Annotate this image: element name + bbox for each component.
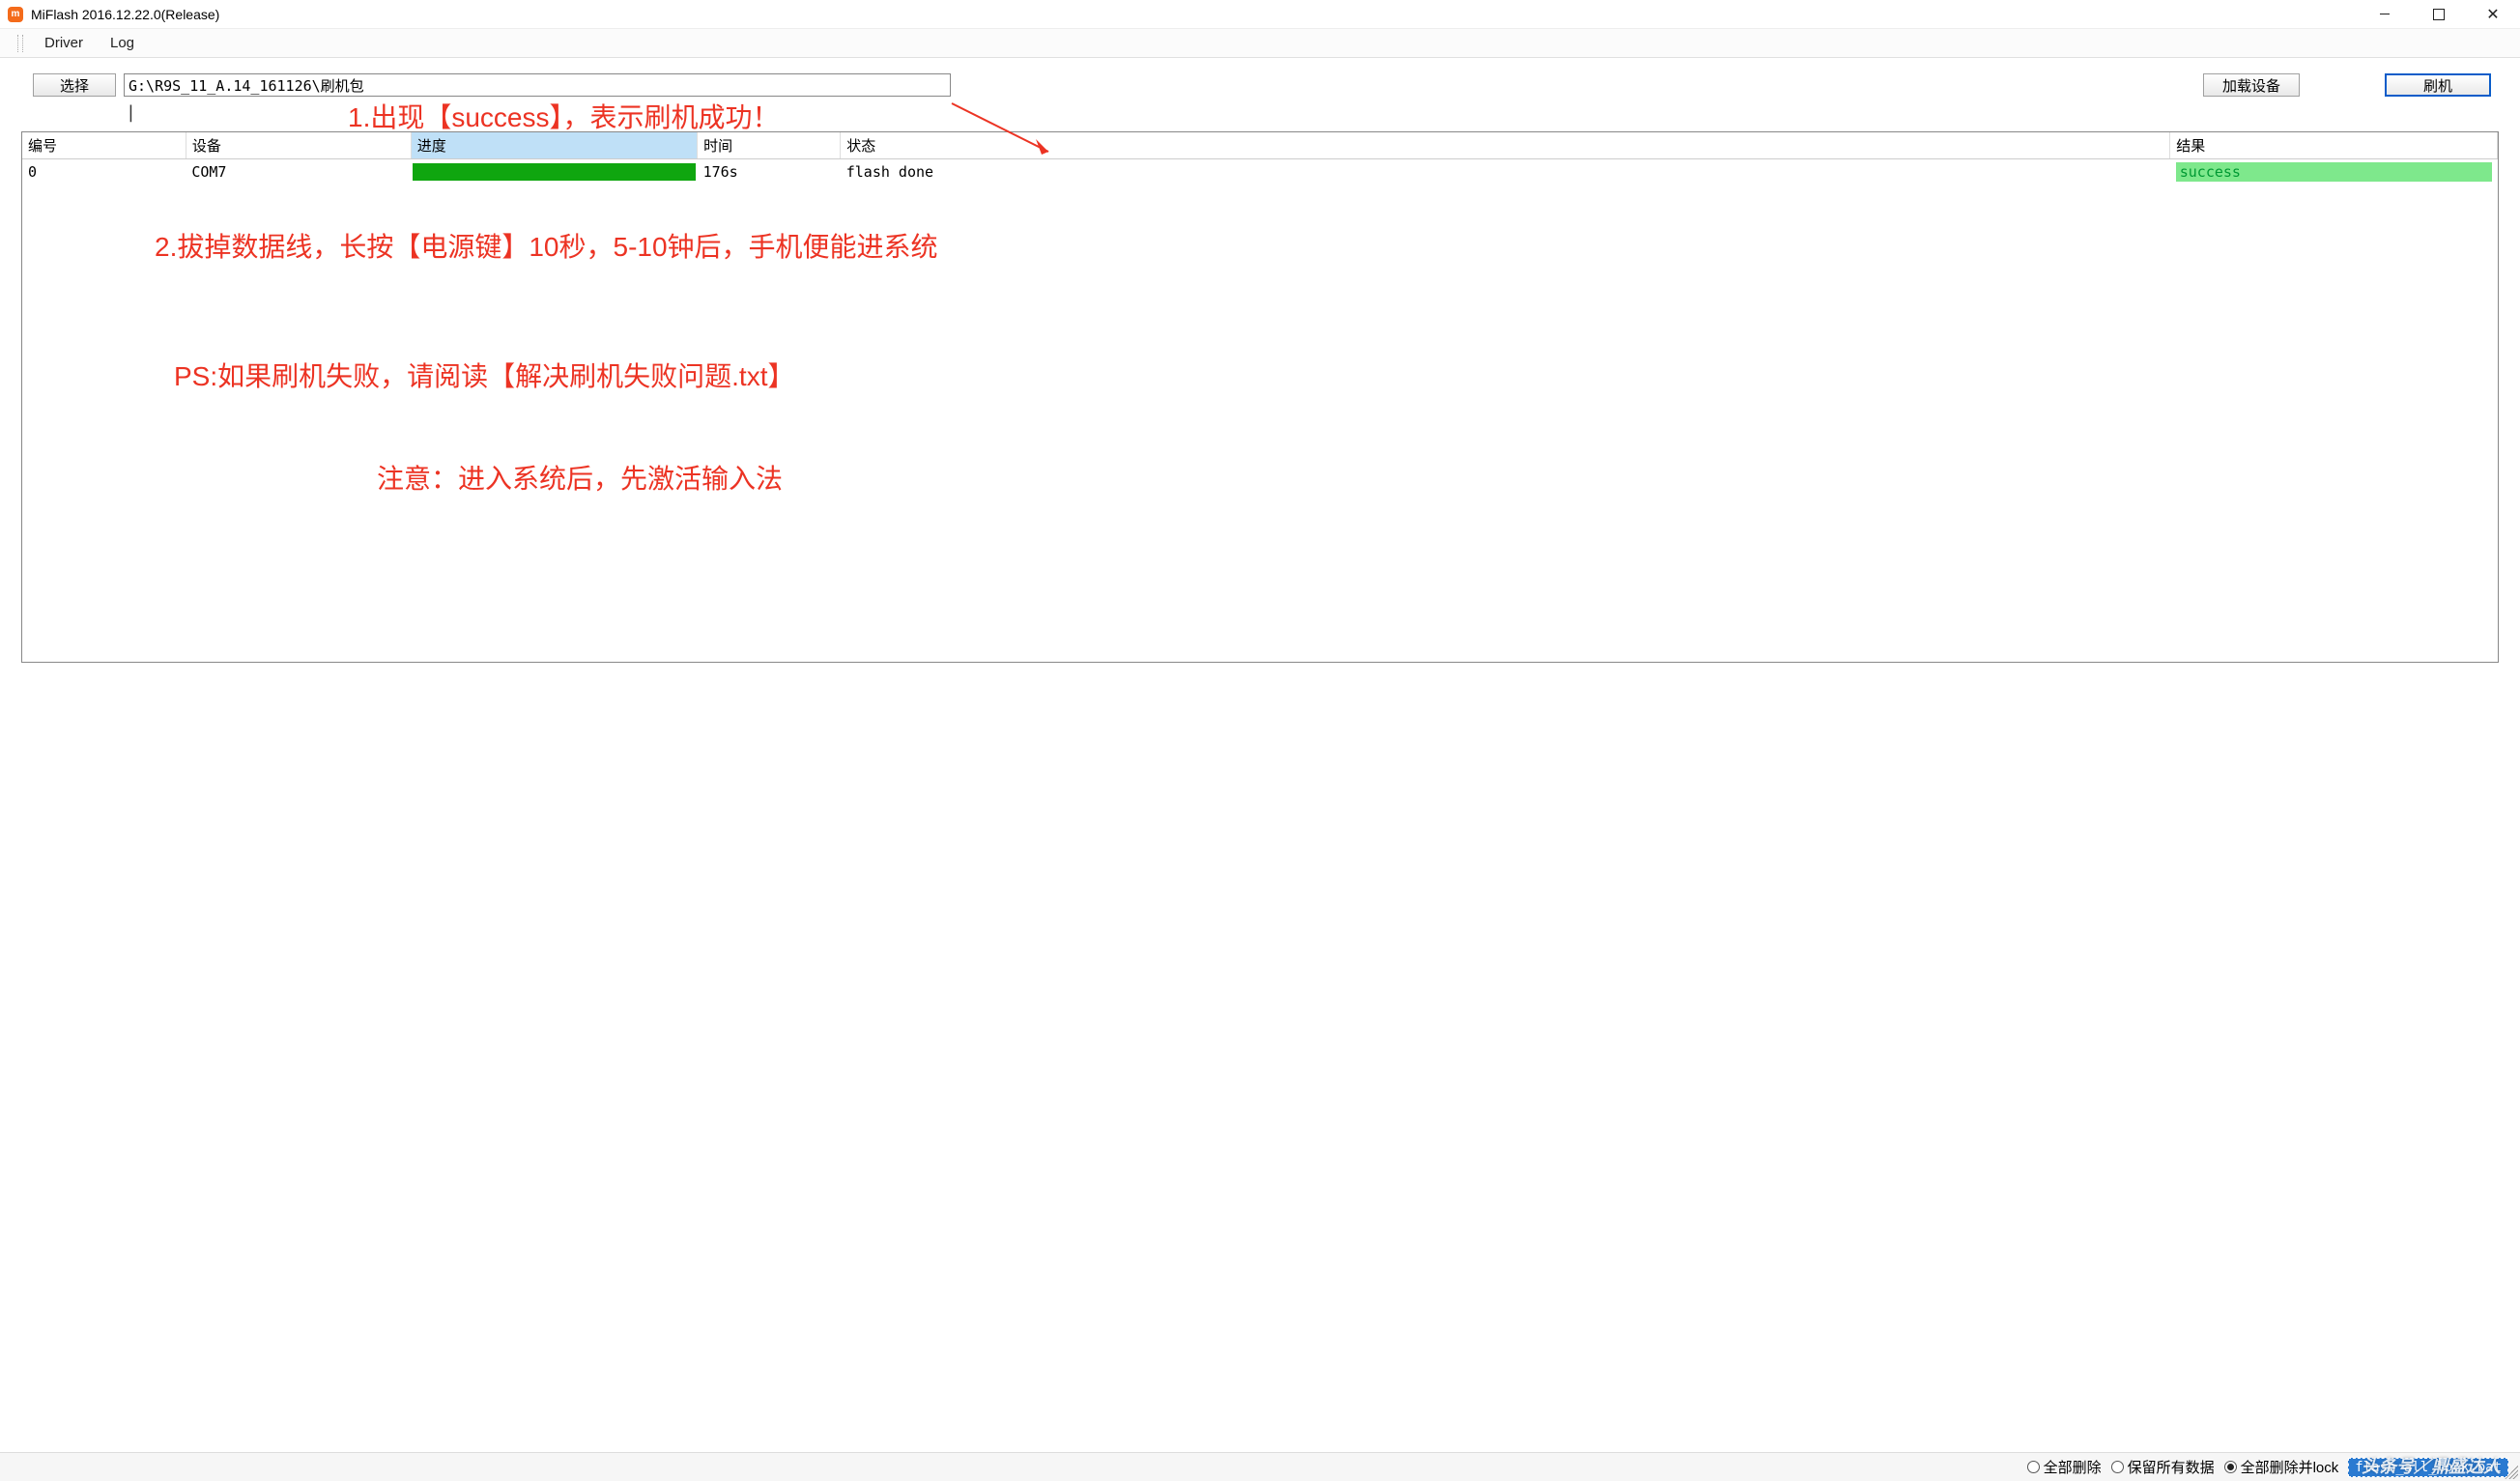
cell-result: success: [2170, 159, 2498, 185]
radio-icon: [2027, 1461, 2040, 1473]
menu-driver[interactable]: Driver: [31, 31, 97, 55]
menu-log[interactable]: Log: [97, 31, 148, 55]
table-row[interactable]: 0 COM7 176s flash done success: [22, 159, 2498, 185]
radio-clean-all-lock[interactable]: 全部删除并lock: [2224, 1457, 2339, 1477]
app-icon: m: [8, 7, 23, 22]
device-table: 编号 设备 进度 时间 状态 结果 0 COM7 176s flash done…: [21, 131, 2499, 663]
titlebar: m MiFlash 2016.12.22.0(Release) ✕: [0, 0, 2520, 29]
col-progress[interactable]: 进度: [411, 132, 697, 159]
radio-save-user-data[interactable]: 保留所有数据: [2111, 1457, 2215, 1477]
radio-icon: [2111, 1461, 2124, 1473]
radio-clean-all[interactable]: 全部删除: [2027, 1457, 2102, 1477]
col-num[interactable]: 编号: [22, 132, 186, 159]
cell-device: COM7: [186, 159, 411, 185]
cell-status: flash done: [841, 159, 2170, 185]
select-button[interactable]: 选择: [33, 73, 116, 97]
toolbar-grip-icon: [17, 35, 23, 52]
col-time[interactable]: 时间: [698, 132, 841, 159]
script-name[interactable]: flash_all_lock.bat: [2348, 1458, 2508, 1477]
col-device[interactable]: 设备: [186, 132, 411, 159]
cell-time: 176s: [698, 159, 841, 185]
flash-button[interactable]: 刷机: [2385, 73, 2491, 97]
radio-label: 全部删除并lock: [2241, 1457, 2339, 1477]
col-result[interactable]: 结果: [2170, 132, 2498, 159]
cell-num: 0: [22, 159, 186, 185]
radio-label: 全部删除: [2044, 1457, 2102, 1477]
resize-grip-icon[interactable]: [2505, 1466, 2518, 1479]
minimize-button[interactable]: [2358, 0, 2412, 28]
menubar: Driver Log: [0, 29, 2520, 58]
progress-bar: [413, 163, 695, 181]
radio-label: 保留所有数据: [2128, 1457, 2215, 1477]
window-title: MiFlash 2016.12.22.0(Release): [31, 7, 2358, 22]
path-input[interactable]: [124, 73, 951, 97]
close-button[interactable]: ✕: [2466, 0, 2520, 28]
table-header-row: 编号 设备 进度 时间 状态 结果: [22, 132, 2498, 159]
toolbar: 选择 加载设备 刷机: [0, 58, 2520, 102]
footer: 全部删除 保留所有数据 全部删除并lock flash_all_lock.bat: [0, 1452, 2520, 1481]
window-controls: ✕: [2358, 0, 2520, 28]
caret-indicator: |: [21, 102, 2499, 131]
load-devices-button[interactable]: 加载设备: [2203, 73, 2300, 97]
radio-icon: [2224, 1461, 2237, 1473]
col-status[interactable]: 状态: [841, 132, 2170, 159]
result-badge: success: [2176, 162, 2492, 182]
footer-wrap: 全部删除 保留所有数据 全部删除并lock flash_all_lock.bat…: [0, 1452, 2520, 1481]
maximize-button[interactable]: [2412, 0, 2466, 28]
main-area: | 1.出现【success】，表示刷机成功！ 编号 设备 进度 时间 状态 结…: [0, 102, 2520, 1452]
cell-progress: [411, 159, 697, 185]
